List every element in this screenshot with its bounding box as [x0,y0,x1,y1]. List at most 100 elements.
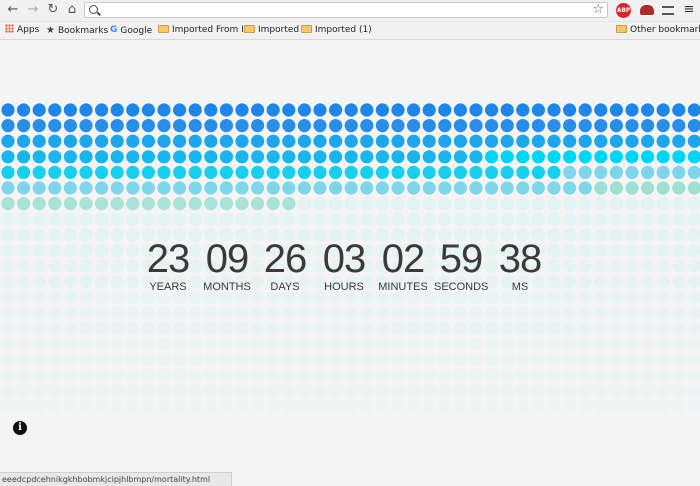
life-dot [219,197,233,211]
bookmark-imported[interactable]: Imported [244,24,299,37]
life-dot [438,150,452,164]
forward-icon[interactable]: → [25,2,41,18]
life-dot [485,384,499,398]
life-dot [453,119,467,133]
life-dot [609,150,624,164]
bookmarks-bar: Apps ★ Bookmarks G Google Imported From IE… [0,22,700,40]
life-dot [547,321,561,335]
back-icon[interactable]: ← [5,2,21,18]
life-dot [453,306,467,320]
life-dot [235,306,249,320]
life-dot [17,368,31,382]
life-dot [516,337,530,351]
life-dot [609,306,624,320]
life-dot [219,306,233,320]
life-dot [531,197,546,211]
life-dot [531,384,546,398]
life-dot [438,197,452,211]
life-dot [282,119,296,133]
extension-icon[interactable] [662,6,674,15]
menu-icon[interactable]: ≡ [683,3,695,17]
life-dot [594,259,608,273]
timer-months: 09 MONTHS [203,238,251,293]
life-dot [407,399,421,413]
life-dot [687,275,700,289]
life-dot [173,306,187,320]
bookmark-bookmarks[interactable]: ★ Bookmarks [46,24,108,37]
reload-icon[interactable]: ↻ [45,2,61,18]
life-dot [17,290,31,304]
life-dot [63,119,77,133]
life-dot [422,384,436,398]
life-dot [95,197,109,211]
life-dot [219,337,233,351]
life-dot [360,399,374,413]
bookmark-other[interactable]: Other bookmarks [616,24,700,37]
bookmark-star-icon[interactable]: ☆ [592,3,604,17]
life-dot [672,181,686,195]
bookmark-imported-from-ie[interactable]: Imported From IE [158,24,249,37]
life-dot [563,150,577,164]
life-dot [204,197,218,211]
life-dot [329,306,343,320]
extension-icon[interactable] [640,5,654,15]
life-dot [453,368,467,382]
life-dot [687,243,700,257]
bookmark-google[interactable]: G Google [110,24,152,37]
adblock-plus-icon[interactable]: ABP [616,3,631,18]
address-bar[interactable]: ☆ [84,2,608,18]
life-dot [313,134,327,148]
life-dot [219,399,233,413]
life-dot [375,134,389,148]
folder-icon [244,24,255,33]
life-dot [1,150,15,164]
life-dot [422,353,436,367]
life-dot [516,353,530,367]
life-dot [656,103,670,117]
life-dot [672,384,686,398]
life-dot [375,353,389,367]
life-dot [95,228,109,242]
life-dot [547,337,561,351]
address-input[interactable] [101,4,581,16]
life-dot [360,337,374,351]
life-dot [469,306,483,320]
bookmark-apps[interactable]: Apps [5,24,39,37]
life-dot [235,119,249,133]
life-dot [672,321,686,335]
life-dot [297,150,311,164]
life-dot [329,197,343,211]
life-dot [687,337,700,351]
life-dot [438,119,452,133]
life-dot [375,384,389,398]
timer-value: 38 [498,237,543,281]
life-dot [469,103,483,117]
life-dot [110,119,124,133]
life-dot [375,103,389,117]
life-dot [687,134,700,148]
life-dot [126,181,140,195]
life-dot [407,212,421,226]
life-dot [110,228,124,242]
life-dot [672,119,686,133]
bookmark-label: Imported From IE [172,25,250,35]
life-dot [609,290,624,304]
life-dot [235,384,249,398]
life-dot [1,275,15,289]
apps-icon [5,24,14,33]
life-dot [251,103,265,117]
life-dot [79,290,93,304]
life-dot [375,150,389,164]
bookmark-imported-1[interactable]: Imported (1) [301,24,372,37]
info-icon[interactable]: i [13,421,27,435]
life-dot [485,399,499,413]
life-dot [1,399,15,413]
life-dot [157,103,171,117]
life-dot [79,399,93,413]
life-dot [63,384,77,398]
life-dot [141,134,155,148]
life-dot [687,353,700,367]
life-dot [219,103,233,117]
life-dot [344,181,358,195]
home-icon[interactable]: ⌂ [64,2,80,18]
